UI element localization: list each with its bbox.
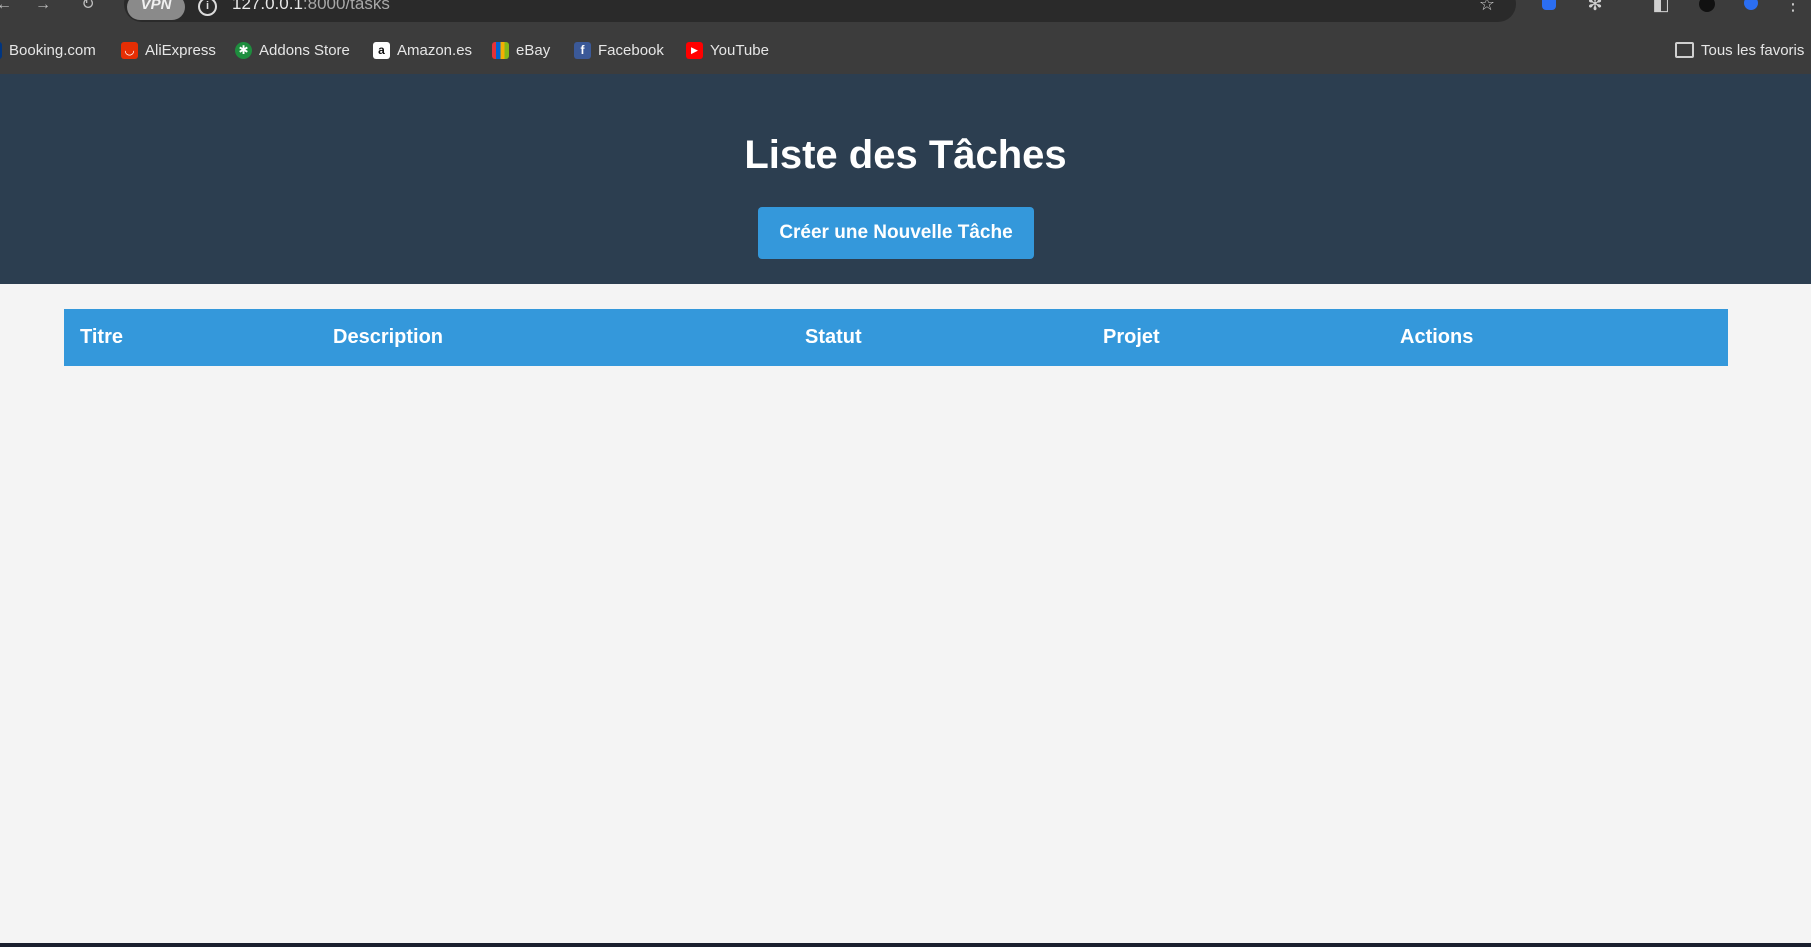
url-path: :8000/tasks <box>302 0 390 13</box>
bookmark-ebay[interactable]: eBay <box>492 40 550 60</box>
column-header-description: Description <box>317 309 789 366</box>
table-header-row: Titre Description Statut Projet Actions <box>64 309 1728 366</box>
bookmarks-bar: Booking.com ◡ AliExpress ✱ Addons Store … <box>0 27 1811 74</box>
bookmark-booking[interactable]: Booking.com <box>0 40 96 60</box>
bookmark-label: YouTube <box>710 41 769 59</box>
bookmark-label: eBay <box>516 41 551 59</box>
column-header-statut: Statut <box>789 309 1087 366</box>
star-icon[interactable]: ☆ <box>1476 0 1498 14</box>
folder-icon <box>1675 42 1694 58</box>
url-text[interactable]: 127.0.0.1:8000/tasks <box>232 0 390 14</box>
vpn-badge[interactable]: VPN <box>127 0 185 20</box>
back-icon[interactable]: ← <box>0 0 14 14</box>
aliexpress-icon: ◡ <box>121 41 138 59</box>
task-table: Titre Description Statut Projet Actions <box>64 309 1728 366</box>
extension-icon[interactable] <box>1538 0 1560 14</box>
menu-icon[interactable]: ⋮ <box>1782 0 1804 14</box>
bookmark-label: Facebook <box>598 41 664 59</box>
all-favorites-label: Tous les favoris <box>1701 41 1805 59</box>
puzzle-icon[interactable]: ✻ <box>1584 0 1606 14</box>
bookmark-aliexpress[interactable]: ◡ AliExpress <box>121 40 216 60</box>
bookmark-label: Amazon.es <box>397 41 473 59</box>
page-header: Liste des Tâches Créer une Nouvelle Tâch… <box>0 74 1811 284</box>
page-title: Liste des Tâches <box>744 133 1067 177</box>
column-header-titre: Titre <box>64 309 317 366</box>
forward-icon[interactable]: → <box>33 0 53 14</box>
column-header-projet: Projet <box>1087 309 1384 366</box>
bookmark-label: Addons Store <box>259 41 350 59</box>
browser-toolbar: ← → ↻ VPN i 127.0.0.1:8000/tasks ☆ ✻ ◧ ⋮ <box>0 0 1811 27</box>
youtube-icon: ▶ <box>686 41 703 59</box>
shield-icon[interactable] <box>1740 0 1762 14</box>
booking-icon <box>0 41 2 59</box>
column-header-actions: Actions <box>1384 309 1728 366</box>
amazon-icon: a <box>373 41 390 59</box>
addons-icon: ✱ <box>235 41 252 59</box>
bookmark-label: Booking.com <box>9 41 96 59</box>
window-bottom-edge <box>0 943 1811 947</box>
reload-icon[interactable]: ↻ <box>78 0 98 14</box>
bookmark-label: AliExpress <box>145 41 216 59</box>
bookmark-youtube[interactable]: ▶ YouTube <box>686 40 769 60</box>
all-favorites[interactable]: Tous les favoris <box>1675 40 1804 60</box>
sidepanel-icon[interactable]: ◧ <box>1650 0 1672 14</box>
bookmark-facebook[interactable]: f Facebook <box>574 40 664 60</box>
bookmark-addons-store[interactable]: ✱ Addons Store <box>235 40 350 60</box>
facebook-icon: f <box>574 41 591 59</box>
create-task-button[interactable]: Créer une Nouvelle Tâche <box>758 207 1034 259</box>
ebay-icon <box>492 41 509 59</box>
url-host: 127.0.0.1 <box>232 0 303 13</box>
profile-icon[interactable] <box>1696 0 1718 14</box>
bookmark-amazon[interactable]: a Amazon.es <box>373 40 472 60</box>
